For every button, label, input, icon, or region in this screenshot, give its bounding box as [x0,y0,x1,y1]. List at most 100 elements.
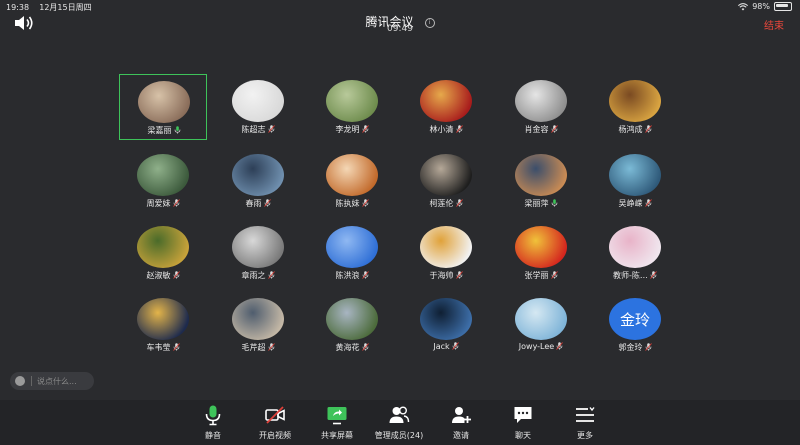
participant-tile[interactable]: 教师-陈… [591,220,679,286]
mic-muted-icon [361,271,369,279]
chat-icon [514,407,532,423]
avatar [232,298,284,340]
participant-tile[interactable]: 杨鸿成 [591,74,679,140]
more-icon [576,407,595,422]
avatar [515,80,567,122]
avatar [420,154,472,196]
participant-tile[interactable]: 黄海花 [308,292,396,358]
start-video-button[interactable]: 开启视频 [240,404,310,441]
participant-tile[interactable]: 周爱妹 [119,148,207,214]
mic-muted-icon [455,199,463,207]
avatar [515,226,567,268]
participant-tile[interactable]: 梁嘉丽 [119,74,207,140]
chat-placeholder: 说点什么... [37,376,77,386]
video-off-icon [265,406,285,424]
participant-name: 郭金玲 [618,343,643,352]
share-screen-button[interactable]: 共享屏幕 [302,404,372,441]
invite-button[interactable]: 邀请 [426,404,496,441]
mic-on-icon [551,199,557,207]
avatar [326,298,378,340]
members-icon [389,406,410,423]
chat-input[interactable]: 说点什么... [10,372,94,390]
participant-name: 毛芹超 [241,343,266,352]
participant-name-row: 陈洪浪 [308,270,396,281]
chat-divider [31,376,32,386]
avatar [609,154,661,196]
participant-name: Jowy-Lee [518,342,555,351]
participant-tile[interactable]: 车韦莹 [119,292,207,358]
participant-tile[interactable]: 金玲郭金玲 [591,292,679,358]
participant-name: 李龙明 [335,125,360,134]
participant-tile[interactable]: 春雨 [214,148,302,214]
participant-tile[interactable]: Jack [402,292,490,358]
mic-muted-icon [172,199,180,207]
mic-muted-icon [267,343,275,351]
participant-tile[interactable]: 陈洪浪 [308,220,396,286]
participant-tile[interactable]: 柯莲伦 [402,148,490,214]
avatar [232,80,284,122]
mic-muted-icon [455,271,463,279]
avatar [232,226,284,268]
participant-tile[interactable]: 赵淑敏 [119,220,207,286]
participant-name: 于海帅 [429,271,454,280]
participant-tile[interactable]: 章雨之 [214,220,302,286]
mic-muted-icon [550,125,558,133]
participant-name-row: 黄海花 [308,342,396,353]
participant-name-row: 陈执妹 [308,198,396,209]
avatar [232,154,284,196]
bottom-toolbar: 静音 开启视频 共享屏幕 管理成员(24) 邀请 聊天 更多 [0,400,800,445]
more-button[interactable]: 更多 [550,404,620,441]
participant-name-row: 李龙明 [308,124,396,135]
mic-muted-icon [267,271,275,279]
manage-members-button[interactable]: 管理成员(24) [364,404,434,441]
participant-name-row: 杨鸿成 [591,124,679,135]
mic-muted-icon [550,271,558,279]
participant-tile[interactable]: 肖金容 [497,74,585,140]
chat-button[interactable]: 聊天 [488,404,558,441]
participant-name: 陈洪浪 [335,271,360,280]
mic-muted-icon [172,271,180,279]
share-screen-label: 共享屏幕 [321,431,353,440]
participant-name-row: 车韦莹 [119,342,207,353]
participant-name: 教师-陈… [613,271,648,280]
more-label: 更多 [577,431,593,440]
participant-tile[interactable]: 毛芹超 [214,292,302,358]
participant-name: 柯莲伦 [429,199,454,208]
avatar [326,154,378,196]
mic-muted-icon [451,342,459,350]
participant-name: 张学丽 [524,271,549,280]
participant-name: 陈超志 [241,125,266,134]
participant-tile[interactable]: 吴峥嵘 [591,148,679,214]
avatar: 金玲 [609,298,661,340]
microphone-icon [205,405,221,426]
participant-name-row: 梁嘉丽 [120,125,208,136]
chat-label: 聊天 [515,431,531,440]
avatar [420,80,472,122]
participant-tile[interactable]: Jowy-Lee [497,292,585,358]
mic-muted-icon [644,199,652,207]
participant-tile[interactable]: 林小清 [402,74,490,140]
invite-icon [452,407,471,423]
participant-name: 春雨 [245,199,262,208]
mic-muted-icon [455,125,463,133]
invite-label: 邀请 [453,431,469,440]
meeting-screen: 19:38 12月15日周四 98% 腾讯会议 i 09:49 结束 梁嘉丽 陈超… [0,0,800,445]
participant-name-row: 张学丽 [497,270,585,281]
avatar [609,80,661,122]
participant-name-row: 林小清 [402,124,490,135]
participant-tile[interactable]: 于海帅 [402,220,490,286]
participant-name: 周爱妹 [146,199,171,208]
participant-name-row: 周爱妹 [119,198,207,209]
mic-muted-icon [650,271,657,279]
emoji-icon[interactable] [15,376,25,386]
participant-tile[interactable]: 张学丽 [497,220,585,286]
participant-tile[interactable]: 陈执妹 [308,148,396,214]
mic-muted-icon [361,125,369,133]
avatar [137,226,189,268]
mute-button[interactable]: 静音 [178,404,248,441]
participant-tile[interactable]: 梁丽萍 [497,148,585,214]
participant-name-row: 毛芹超 [214,342,302,353]
participant-tile[interactable]: 李龙明 [308,74,396,140]
participant-tile[interactable]: 陈超志 [214,74,302,140]
avatar [137,298,189,340]
